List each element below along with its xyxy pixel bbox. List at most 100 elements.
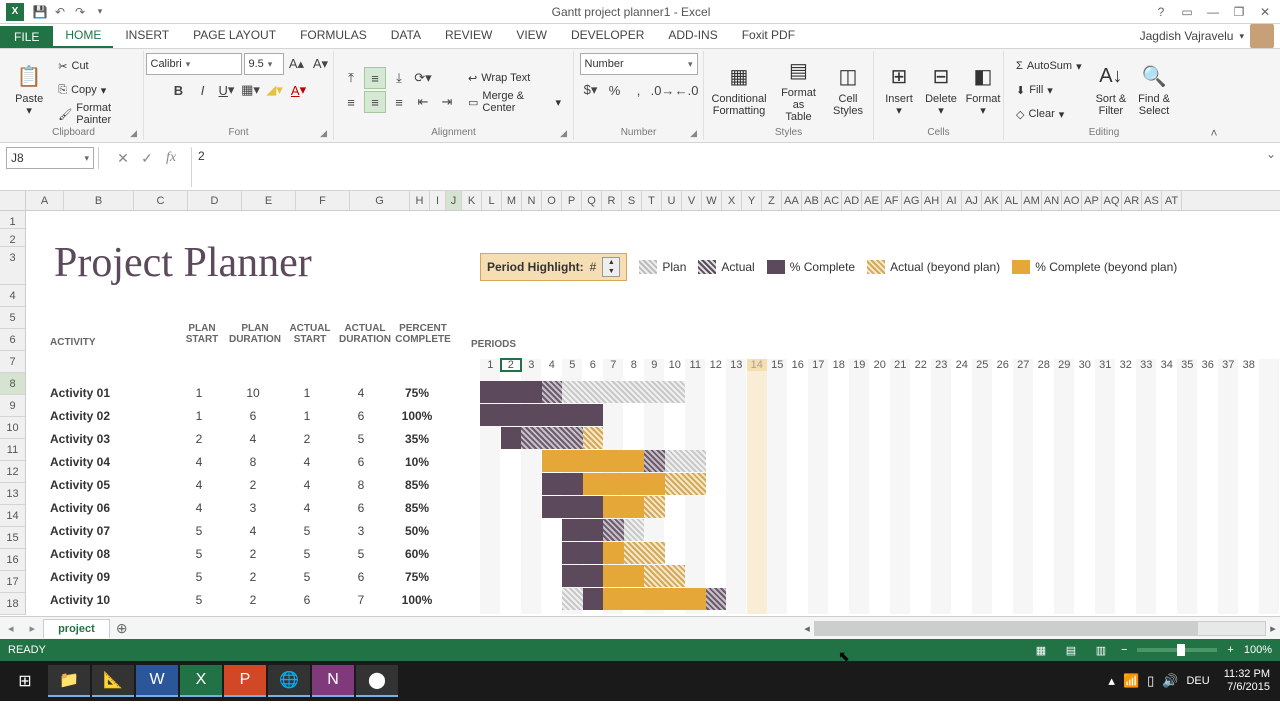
period-cell[interactable]: 30 — [1075, 359, 1096, 371]
col-header[interactable]: AE — [862, 191, 882, 210]
col-header[interactable]: AR — [1122, 191, 1142, 210]
period-cell[interactable]: 33 — [1136, 359, 1157, 371]
percent-icon[interactable]: % — [604, 79, 626, 101]
dialog-launcher-icon[interactable]: ◢ — [560, 128, 567, 139]
row-header[interactable]: 8 — [0, 373, 25, 395]
activity-row[interactable]: Activity 05 4 2 4 8 85% — [50, 473, 446, 496]
copy-button[interactable]: ⎘Copy ▾ — [52, 79, 137, 101]
enter-formula-icon[interactable]: ✓ — [135, 150, 159, 167]
row-header[interactable]: 18 — [0, 593, 25, 615]
tab-view[interactable]: VIEW — [504, 24, 559, 48]
col-header[interactable]: AP — [1082, 191, 1102, 210]
row-header[interactable]: 11 — [0, 439, 25, 461]
bold-button[interactable]: B — [168, 79, 190, 101]
col-header[interactable]: K — [462, 191, 482, 210]
period-cell[interactable]: 37 — [1218, 359, 1239, 371]
row-header[interactable]: 10 — [0, 417, 25, 439]
tray-show-hidden-icon[interactable]: ▴ — [1108, 673, 1115, 689]
increase-decimal-icon[interactable]: .0→ — [652, 79, 674, 101]
sheet-area[interactable]: Project Planner Period Highlight: # ▲▼ P… — [26, 211, 1280, 615]
col-header[interactable]: AG — [902, 191, 922, 210]
col-header[interactable]: AT — [1162, 191, 1182, 210]
add-sheet-icon[interactable]: ⊕ — [110, 620, 134, 637]
fill-color-button[interactable]: ◢▾ — [264, 79, 286, 101]
taskbar-explorer-icon[interactable]: 📁 — [48, 665, 90, 697]
row-header[interactable]: 12 — [0, 461, 25, 483]
period-cell[interactable]: 1 — [480, 359, 501, 371]
col-header[interactable]: Z — [762, 191, 782, 210]
col-header[interactable]: W — [702, 191, 722, 210]
col-header[interactable]: AQ — [1102, 191, 1122, 210]
align-center-icon[interactable]: ≡ — [364, 91, 386, 113]
tab-page-layout[interactable]: PAGE LAYOUT — [181, 24, 288, 48]
period-cell[interactable]: 15 — [767, 359, 788, 371]
font-size-combo[interactable]: 9.5▾ — [244, 53, 284, 75]
col-header[interactable]: D — [188, 191, 242, 210]
row-header[interactable]: 7 — [0, 351, 25, 373]
tray-network-icon[interactable]: 📶 — [1123, 673, 1139, 689]
period-cell[interactable]: 26 — [993, 359, 1014, 371]
col-header[interactable]: C — [134, 191, 188, 210]
redo-icon[interactable]: ↷ — [70, 2, 90, 22]
tab-formulas[interactable]: FORMULAS — [288, 24, 379, 48]
period-cell[interactable]: 20 — [870, 359, 891, 371]
taskbar-onenote-icon[interactable]: N — [312, 665, 354, 697]
tab-developer[interactable]: DEVELOPER — [559, 24, 656, 48]
row-header[interactable]: 17 — [0, 571, 25, 593]
merge-center-button[interactable]: ▭Merge & Center ▾ — [462, 91, 567, 113]
col-header[interactable]: X — [722, 191, 742, 210]
taskbar-excel-icon[interactable]: X — [180, 665, 222, 697]
col-header[interactable]: AB — [802, 191, 822, 210]
format-as-table-button[interactable]: ▤Format as Table — [772, 55, 825, 125]
dialog-launcher-icon[interactable]: ◢ — [320, 128, 327, 139]
select-all-button[interactable] — [0, 191, 26, 210]
period-highlight-spinner[interactable]: ▲▼ — [602, 257, 620, 277]
col-header[interactable]: AJ — [962, 191, 982, 210]
tab-review[interactable]: REVIEW — [433, 24, 504, 48]
activity-row[interactable]: Activity 08 5 2 5 5 60% — [50, 542, 446, 565]
activity-row[interactable]: Activity 03 2 4 2 5 35% — [50, 427, 446, 450]
page-layout-view-icon[interactable]: ▤ — [1061, 642, 1081, 658]
close-icon[interactable]: ✕ — [1256, 5, 1274, 19]
user-account[interactable]: Jagdish Vajravelu ▾ — [1140, 24, 1274, 48]
row-header[interactable]: 2 — [0, 229, 25, 247]
col-header[interactable]: AA — [782, 191, 802, 210]
activity-row[interactable]: Activity 07 5 4 5 3 50% — [50, 519, 446, 542]
increase-font-icon[interactable]: A▴ — [286, 53, 308, 75]
period-cell[interactable]: 24 — [952, 359, 973, 371]
dialog-launcher-icon[interactable]: ◢ — [130, 128, 137, 139]
period-cell[interactable]: 28 — [1034, 359, 1055, 371]
help-icon[interactable]: ? — [1152, 5, 1170, 19]
ribbon-options-icon[interactable]: ▭ — [1178, 5, 1196, 19]
comma-icon[interactable]: , — [628, 79, 650, 101]
period-cell[interactable]: 3 — [521, 359, 542, 371]
clear-button[interactable]: ◇Clear ▾ — [1010, 103, 1088, 125]
start-button[interactable]: ⊞ — [4, 665, 46, 697]
col-header[interactable]: AC — [822, 191, 842, 210]
period-cell[interactable]: 13 — [726, 359, 747, 371]
file-tab[interactable]: FILE — [0, 26, 53, 48]
fill-button[interactable]: ⬇Fill ▾ — [1010, 79, 1088, 101]
underline-button[interactable]: U▾ — [216, 79, 238, 101]
col-header[interactable]: I — [430, 191, 446, 210]
tray-action-center-icon[interactable]: ▯ — [1147, 673, 1154, 689]
col-header[interactable]: L — [482, 191, 502, 210]
col-header[interactable]: Q — [582, 191, 602, 210]
delete-cells-button[interactable]: ⊟Delete▾ — [922, 61, 960, 119]
col-header[interactable]: G — [350, 191, 410, 210]
period-cell[interactable]: 12 — [706, 359, 727, 371]
cancel-formula-icon[interactable]: ✕ — [111, 150, 135, 167]
number-format-combo[interactable]: Number▾ — [580, 53, 698, 75]
period-cell[interactable]: 35 — [1177, 359, 1198, 371]
sheet-tab-project[interactable]: project — [43, 619, 110, 638]
align-right-icon[interactable]: ≡ — [388, 91, 410, 113]
sheet-nav-prev-icon[interactable]: ◂ — [0, 622, 22, 635]
decrease-font-icon[interactable]: A▾ — [310, 53, 332, 75]
col-header[interactable]: J — [446, 191, 462, 210]
page-break-view-icon[interactable]: ▥ — [1091, 642, 1111, 658]
expand-formula-bar-icon[interactable]: ⌄ — [1262, 147, 1280, 161]
taskbar-matlab-icon[interactable]: 📐 — [92, 665, 134, 697]
decrease-indent-icon[interactable]: ⇤ — [412, 91, 434, 113]
col-header[interactable]: E — [242, 191, 296, 210]
cut-button[interactable]: ✂Cut — [52, 55, 137, 77]
